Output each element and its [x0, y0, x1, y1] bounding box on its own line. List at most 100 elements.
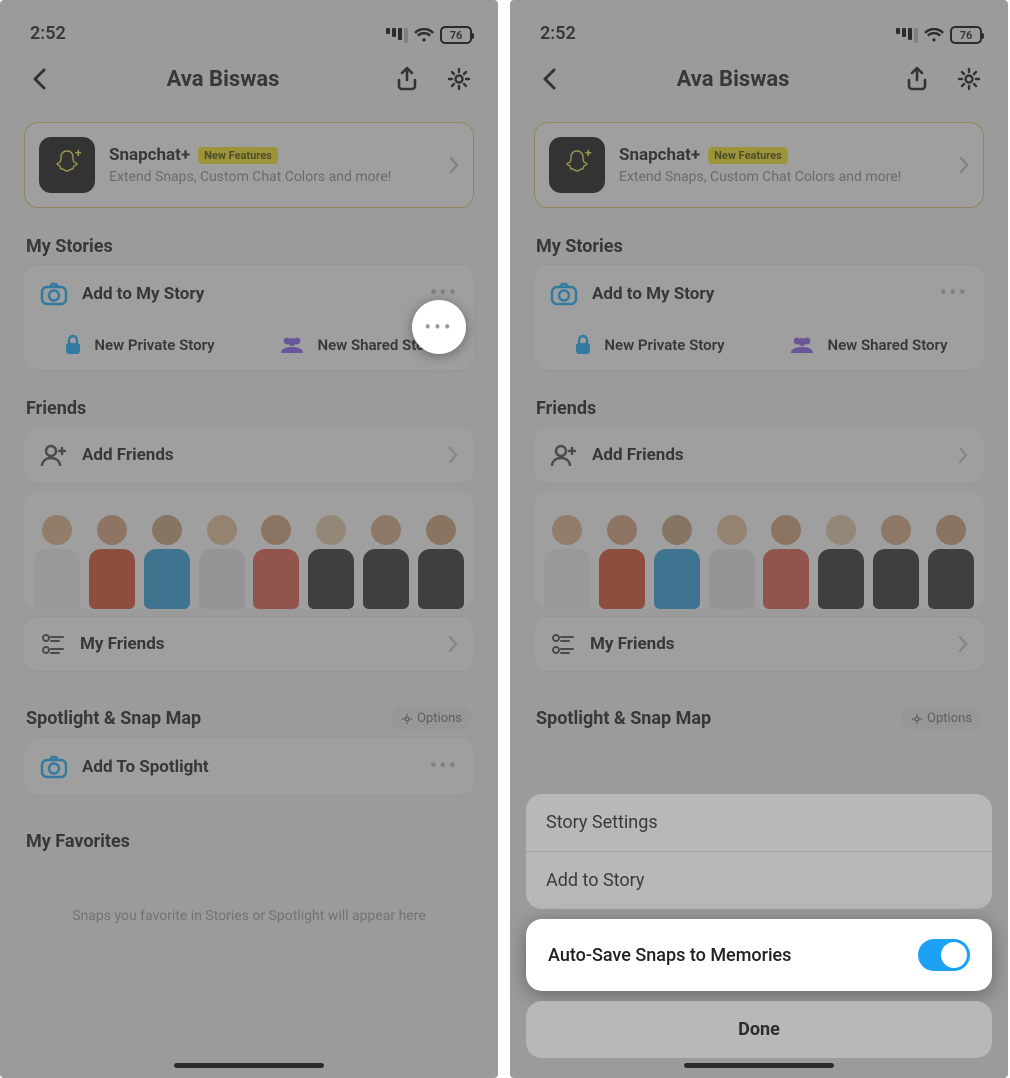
- home-indicator: [684, 1063, 834, 1068]
- add-to-my-story-row[interactable]: Add to My Story •••: [540, 265, 978, 322]
- add-to-my-story-row[interactable]: Add to My Story •••: [30, 265, 468, 322]
- bitmoji-avatar: [142, 509, 192, 609]
- back-chevron-icon[interactable]: [532, 62, 566, 96]
- screenshot-left: 2:52 76 Ava Biswas + Snapchat+ New: [0, 0, 498, 1078]
- promo-subtitle: Extend Snaps, Custom Chat Colors and mor…: [109, 169, 435, 185]
- header: Ava Biswas: [510, 46, 1008, 112]
- add-friends-card: Add Friends: [534, 427, 984, 483]
- story-action-sheet: Story Settings Add to Story Auto-Save Sn…: [526, 794, 992, 1058]
- add-friend-icon: [550, 443, 578, 467]
- my-friends-row[interactable]: My Friends: [540, 617, 978, 671]
- chevron-right-icon: [448, 635, 458, 653]
- snapchat-plus-promo[interactable]: + Snapchat+ New Features Extend Snaps, C…: [24, 122, 474, 208]
- add-to-my-story-label: Add to My Story: [82, 284, 416, 304]
- my-friends-card: My Friends: [24, 617, 474, 671]
- snapchat-plus-icon: +: [39, 137, 95, 193]
- my-friends-label: My Friends: [590, 634, 944, 654]
- my-stories-card: Add to My Story ••• New Private Story Ne…: [24, 265, 474, 370]
- gear-small-icon: [911, 713, 923, 725]
- new-private-story-button[interactable]: New Private Story: [540, 334, 759, 356]
- page-title: Ava Biswas: [167, 67, 280, 92]
- back-chevron-icon[interactable]: [22, 62, 56, 96]
- gear-icon[interactable]: [952, 62, 986, 96]
- bitmoji-friends-strip[interactable]: [24, 491, 474, 609]
- bitmoji-avatar: [761, 509, 811, 609]
- wifi-icon: [924, 28, 944, 43]
- bitmoji-avatar: [652, 509, 702, 609]
- camera-icon: [40, 282, 68, 306]
- new-shared-story-button[interactable]: New Shared Story: [759, 334, 978, 356]
- header: Ava Biswas: [0, 46, 498, 112]
- svg-text:+: +: [75, 146, 82, 160]
- promo-subtitle: Extend Snaps, Custom Chat Colors and mor…: [619, 169, 945, 185]
- add-friends-row[interactable]: Add Friends: [540, 427, 978, 483]
- highlight-more-dots-button[interactable]: •••: [412, 300, 466, 354]
- autosave-toggle[interactable]: [918, 939, 970, 971]
- svg-text:+: +: [585, 146, 592, 160]
- wifi-icon: [414, 28, 434, 43]
- options-label: Options: [417, 711, 462, 726]
- new-shared-story-label: New Shared Story: [827, 336, 947, 354]
- bitmoji-avatar: [416, 509, 466, 609]
- promo-badge: New Features: [198, 147, 278, 164]
- chevron-right-icon: [958, 635, 968, 653]
- screenshot-right: 2:52 76 Ava Biswas + Snapchat+ New: [510, 0, 1008, 1078]
- section-friends: Friends: [26, 398, 472, 419]
- options-label: Options: [927, 711, 972, 726]
- favorites-empty-hint: Snaps you favorite in Stories or Spotlig…: [0, 908, 498, 924]
- bitmoji-avatar: [361, 509, 411, 609]
- more-dots-icon[interactable]: •••: [430, 754, 458, 779]
- add-to-spotlight-row[interactable]: Add To Spotlight •••: [30, 738, 468, 795]
- section-favorites: My Favorites: [26, 831, 472, 852]
- bitmoji-avatar: [597, 509, 647, 609]
- add-friends-card: Add Friends: [24, 427, 474, 483]
- autosave-label: Auto-Save Snaps to Memories: [548, 945, 791, 966]
- bitmoji-avatar: [306, 509, 356, 609]
- spotlight-options-button[interactable]: Options: [391, 707, 472, 730]
- bitmoji-avatar: [542, 509, 592, 609]
- home-indicator: [174, 1063, 324, 1068]
- new-private-story-label: New Private Story: [94, 336, 214, 354]
- bitmoji-avatar: [871, 509, 921, 609]
- group-icon: [279, 336, 305, 354]
- bitmoji-avatar: [251, 509, 301, 609]
- section-spotlight: Spotlight & Snap Map: [536, 708, 711, 729]
- snapchat-plus-icon: +: [549, 137, 605, 193]
- new-private-story-button[interactable]: New Private Story: [30, 334, 249, 356]
- spotlight-card: Add To Spotlight •••: [24, 738, 474, 795]
- more-dots-icon[interactable]: •••: [940, 281, 968, 306]
- group-icon: [789, 336, 815, 354]
- my-friends-row[interactable]: My Friends: [30, 617, 468, 671]
- add-to-my-story-label: Add to My Story: [592, 284, 926, 304]
- section-spotlight: Spotlight & Snap Map: [26, 708, 201, 729]
- snapchat-plus-promo[interactable]: + Snapchat+ New Features Extend Snaps, C…: [534, 122, 984, 208]
- sheet-autosave-row[interactable]: Auto-Save Snaps to Memories: [526, 919, 992, 991]
- bitmoji-avatar: [32, 509, 82, 609]
- sheet-add-to-story[interactable]: Add to Story: [526, 852, 992, 909]
- bitmoji-avatar: [707, 509, 757, 609]
- chevron-right-icon: [959, 156, 969, 174]
- lock-icon: [574, 334, 592, 356]
- add-friends-row[interactable]: Add Friends: [30, 427, 468, 483]
- camera-icon: [550, 282, 578, 306]
- section-friends: Friends: [536, 398, 982, 419]
- sheet-story-settings[interactable]: Story Settings: [526, 794, 992, 852]
- my-stories-card: Add to My Story ••• New Private Story Ne…: [534, 265, 984, 370]
- gear-icon[interactable]: [442, 62, 476, 96]
- bitmoji-avatar: [87, 509, 137, 609]
- spotlight-options-button[interactable]: Options: [901, 707, 982, 730]
- share-up-icon[interactable]: [900, 62, 934, 96]
- camera-icon: [40, 755, 68, 779]
- chevron-right-icon: [449, 156, 459, 174]
- share-up-icon[interactable]: [390, 62, 424, 96]
- gear-small-icon: [401, 713, 413, 725]
- bitmoji-avatar: [926, 509, 976, 609]
- sheet-done-button[interactable]: Done: [526, 1001, 992, 1058]
- add-to-spotlight-label: Add To Spotlight: [82, 757, 416, 777]
- section-my-stories: My Stories: [536, 236, 982, 257]
- cellular-icon: [894, 28, 918, 43]
- bitmoji-avatar: [197, 509, 247, 609]
- promo-title: Snapchat+: [619, 145, 700, 165]
- bitmoji-avatar: [816, 509, 866, 609]
- bitmoji-friends-strip[interactable]: [534, 491, 984, 609]
